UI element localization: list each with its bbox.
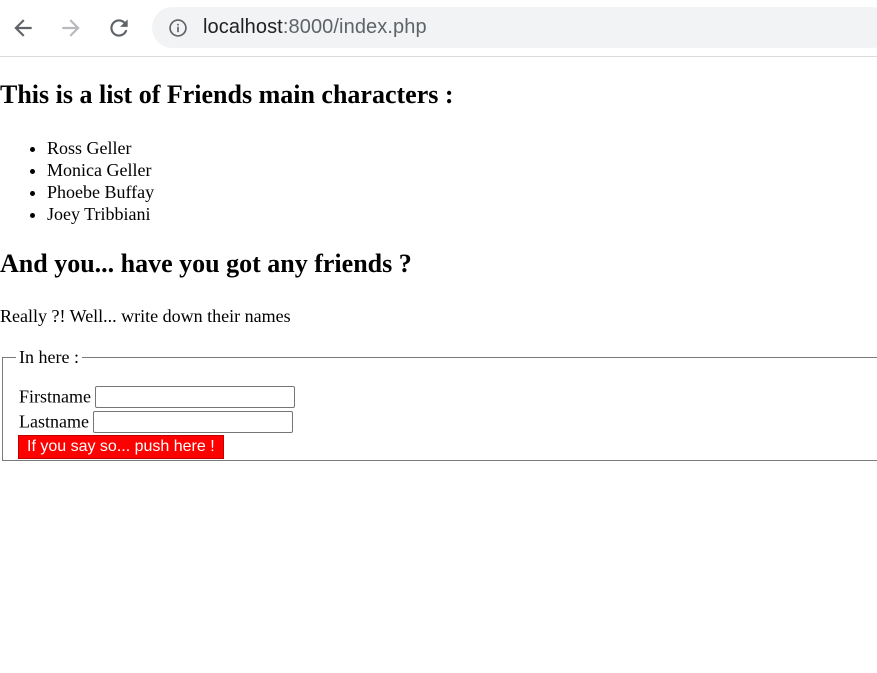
arrow-right-icon xyxy=(62,19,80,37)
list-item: Phoebe Buffay xyxy=(47,181,154,203)
firstname-label: Firstname xyxy=(19,386,91,407)
instruction-text: Really ?! Well... write down their names xyxy=(0,306,291,326)
lastname-row: Lastname xyxy=(19,410,293,433)
address-bar[interactable]: localhost:8000/index.php xyxy=(152,7,877,48)
url-path: :8000/index.php xyxy=(282,16,427,38)
submit-button[interactable]: If you say so... push here ! xyxy=(18,435,224,459)
list-item: Ross Geller xyxy=(47,137,154,159)
list-item: Joey Tribbiani xyxy=(47,203,154,225)
heading-your-friends: And you... have you got any friends ? xyxy=(0,249,412,278)
friends-list: Ross Geller Monica Geller Phoebe Buffay … xyxy=(0,137,154,225)
url-text[interactable]: localhost:8000/index.php xyxy=(203,16,427,39)
firstname-input[interactable] xyxy=(95,385,295,408)
friend-form: In here : Firstname Lastname If you say … xyxy=(2,347,877,461)
lastname-label: Lastname xyxy=(19,411,89,432)
arrow-left-icon xyxy=(14,19,32,37)
heading-friends-list: This is a list of Friends main character… xyxy=(0,80,454,109)
list-item: Monica Geller xyxy=(47,159,154,181)
firstname-row: Firstname xyxy=(19,385,295,408)
browser-toolbar: localhost:8000/index.php xyxy=(0,0,877,57)
reload-button[interactable] xyxy=(105,12,133,44)
back-button[interactable] xyxy=(9,12,37,44)
url-host: localhost xyxy=(203,16,283,38)
forward-button[interactable] xyxy=(57,12,85,44)
form-legend: In here : xyxy=(19,347,79,367)
lastname-input[interactable] xyxy=(92,410,293,433)
info-icon[interactable] xyxy=(168,18,188,38)
reload-icon xyxy=(110,19,128,37)
